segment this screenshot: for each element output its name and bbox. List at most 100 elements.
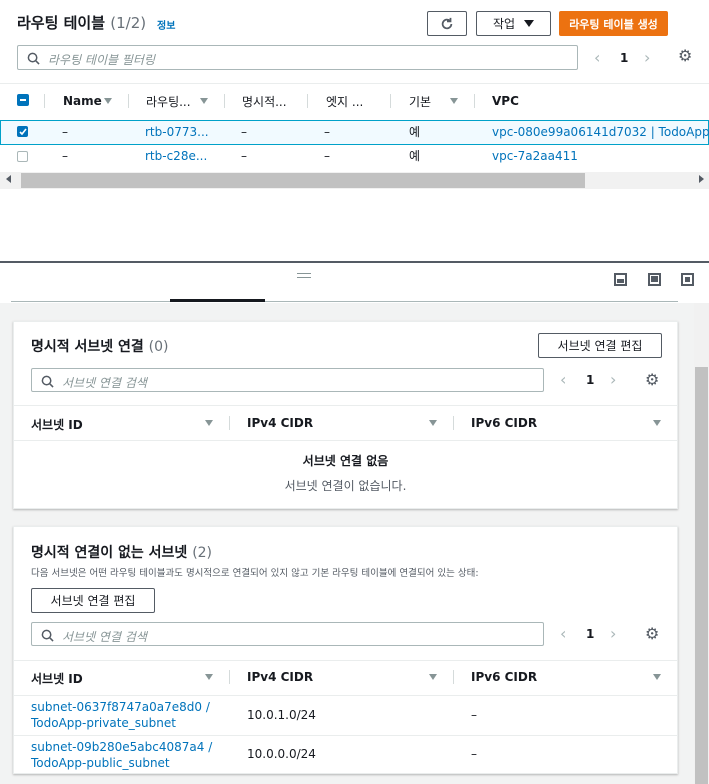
column-header-ipv6[interactable]: IPv6 CIDR <box>471 416 537 430</box>
select-all-checkbox[interactable] <box>17 94 29 106</box>
table-row: subnet-0637f8747a0a7e8d0 / TodoApp-priva… <box>14 696 677 735</box>
actions-label: 작업 <box>492 17 516 31</box>
subnet-name[interactable]: TodoApp-private_subnet <box>31 715 210 731</box>
column-divider <box>474 94 475 108</box>
settings-gear-icon[interactable]: ⚙ <box>645 370 659 389</box>
vertical-scrollbar-thumb[interactable] <box>695 367 708 784</box>
split-panel-divider[interactable] <box>0 261 709 263</box>
search-icon <box>41 375 54 388</box>
row-checkbox[interactable] <box>17 151 28 162</box>
panel-title-count: (2) <box>192 545 213 561</box>
split-side-icon[interactable] <box>648 273 661 286</box>
edit-subnet-associations-button[interactable]: 서브넷 연결 편집 <box>31 588 155 613</box>
sort-caret-icon[interactable] <box>429 674 437 680</box>
next-page-icon[interactable]: › <box>644 48 650 67</box>
column-header-ipv4[interactable]: IPv4 CIDR <box>247 416 313 430</box>
next-page-icon[interactable]: › <box>610 370 616 389</box>
drag-handle-icon[interactable] <box>297 273 311 278</box>
column-header-main[interactable]: 기본 <box>409 93 431 110</box>
column-divider <box>453 416 454 430</box>
prev-page-icon[interactable]: ‹ <box>594 48 600 67</box>
prev-page-icon[interactable]: ‹ <box>560 624 566 643</box>
empty-state-title: 서브넷 연결 없음 <box>302 454 389 468</box>
subnet-link[interactable]: subnet-09b280e5abc4087a4 / TodoApp-publi… <box>31 739 212 771</box>
refresh-button[interactable] <box>427 11 467 36</box>
vpc-link[interactable]: vpc-7a2aa411 <box>492 149 578 163</box>
vpc-link[interactable]: vpc-080e99a06141d7032 | TodoApp-cust <box>492 125 709 139</box>
explicit-subnet-panel: 명시적 서브넷 연결 (0) 서브넷 연결 편집 서브넷 연결 검색 ‹ 1 ›… <box>13 321 678 509</box>
horizontal-scrollbar[interactable] <box>0 172 709 189</box>
scroll-left-icon[interactable] <box>6 175 11 183</box>
route-table-id-link[interactable]: rtb-0773... <box>145 125 209 139</box>
column-header-vpc[interactable]: VPC <box>492 94 519 108</box>
filter-input[interactable]: 라우팅 테이블 필터링 <box>17 45 578 70</box>
panel-title-count: (0) <box>148 339 169 355</box>
panel-title: 명시적 서브넷 연결 (0) <box>31 336 169 356</box>
column-header-subnet-id[interactable]: 서브넷 ID <box>31 670 83 687</box>
table-header-border <box>14 660 677 661</box>
subnet-search-input[interactable]: 서브넷 연결 검색 <box>31 622 544 646</box>
subnet-link[interactable]: subnet-0637f8747a0a7e8d0 / TodoApp-priva… <box>31 699 210 731</box>
scrollbar-thumb[interactable] <box>21 173 585 188</box>
column-header-route-table-id[interactable]: 라우팅... <box>146 93 191 110</box>
panel-description: 다음 서브넷은 어떤 라우팅 테이블과도 명시적으로 연결되어 있지 않고 기본… <box>31 568 479 579</box>
column-header-subnet-id[interactable]: 서브넷 ID <box>31 416 83 433</box>
row-name: – <box>62 125 68 139</box>
column-header-explicit[interactable]: 명시적... <box>242 93 287 110</box>
settings-gear-icon[interactable]: ⚙ <box>678 46 692 65</box>
column-header-ipv6[interactable]: IPv6 CIDR <box>471 670 537 684</box>
info-link[interactable]: 정보 <box>157 17 175 32</box>
sort-caret-icon[interactable] <box>205 674 213 680</box>
route-table-id-link[interactable]: rtb-c28e... <box>145 149 207 163</box>
sort-caret-icon[interactable] <box>653 420 661 426</box>
row-main: 예 <box>409 125 421 139</box>
panel-title: 명시적 연결이 없는 서브넷 (2) <box>31 542 212 562</box>
column-header-name[interactable]: Name <box>63 94 102 108</box>
table-row[interactable]: – rtb-0773... – – 예 vpc-080e99a06141d703… <box>0 120 709 145</box>
sort-caret-icon[interactable] <box>200 98 208 104</box>
tab-active-indicator[interactable] <box>170 299 265 302</box>
column-header-ipv4[interactable]: IPv4 CIDR <box>247 670 313 684</box>
refresh-icon <box>441 17 453 29</box>
prev-page-icon[interactable]: ‹ <box>560 370 566 389</box>
subnet-id[interactable]: subnet-0637f8747a0a7e8d0 / <box>31 699 210 715</box>
column-header-edge[interactable]: 엣지 ... <box>326 93 363 110</box>
page-number[interactable]: 1 <box>586 627 594 641</box>
next-page-icon[interactable]: › <box>610 624 616 643</box>
column-divider <box>229 670 230 684</box>
sort-caret-icon[interactable] <box>104 98 112 104</box>
search-icon <box>27 52 40 65</box>
search-icon <box>41 629 54 642</box>
sort-caret-icon[interactable] <box>205 420 213 426</box>
sort-caret-icon[interactable] <box>429 420 437 426</box>
settings-gear-icon[interactable]: ⚙ <box>645 624 659 643</box>
empty-state-description: 서브넷 연결이 없습니다. <box>284 479 407 493</box>
full-screen-icon[interactable] <box>681 273 694 286</box>
subnet-id[interactable]: subnet-09b280e5abc4087a4 / <box>31 739 212 755</box>
row-edge: – <box>324 125 330 139</box>
row-explicit: – <box>241 149 247 163</box>
table-header-border <box>14 405 677 406</box>
page-title-text: 라우팅 테이블 <box>17 14 106 32</box>
row-checkbox[interactable] <box>17 126 28 137</box>
split-bottom-icon[interactable] <box>614 273 627 286</box>
row-name: – <box>62 149 68 163</box>
column-divider <box>128 94 129 108</box>
implicit-subnet-panel: 명시적 연결이 없는 서브넷 (2) 다음 서브넷은 어떤 라우팅 테이블과도 … <box>13 526 678 774</box>
column-divider <box>44 94 45 108</box>
page-number[interactable]: 1 <box>586 373 594 387</box>
scroll-right-icon[interactable] <box>699 175 704 183</box>
page-title: 라우팅 테이블 (1/2) <box>17 12 146 33</box>
sort-caret-icon[interactable] <box>653 674 661 680</box>
subnet-search-input[interactable]: 서브넷 연결 검색 <box>31 368 544 392</box>
create-route-table-button[interactable]: 라우팅 테이블 생성 <box>559 11 668 36</box>
edit-subnet-associations-button[interactable]: 서브넷 연결 편집 <box>538 333 662 358</box>
table-row[interactable]: – rtb-c28e... – – 예 vpc-7a2aa411 <box>0 145 709 170</box>
vertical-scrollbar[interactable] <box>694 303 709 784</box>
tab-bar-line <box>11 301 678 302</box>
column-divider <box>224 94 225 108</box>
actions-button[interactable]: 작업 <box>476 11 551 36</box>
subnet-name[interactable]: TodoApp-public_subnet <box>31 755 212 771</box>
sort-caret-icon[interactable] <box>450 98 458 104</box>
page-number[interactable]: 1 <box>620 51 628 65</box>
